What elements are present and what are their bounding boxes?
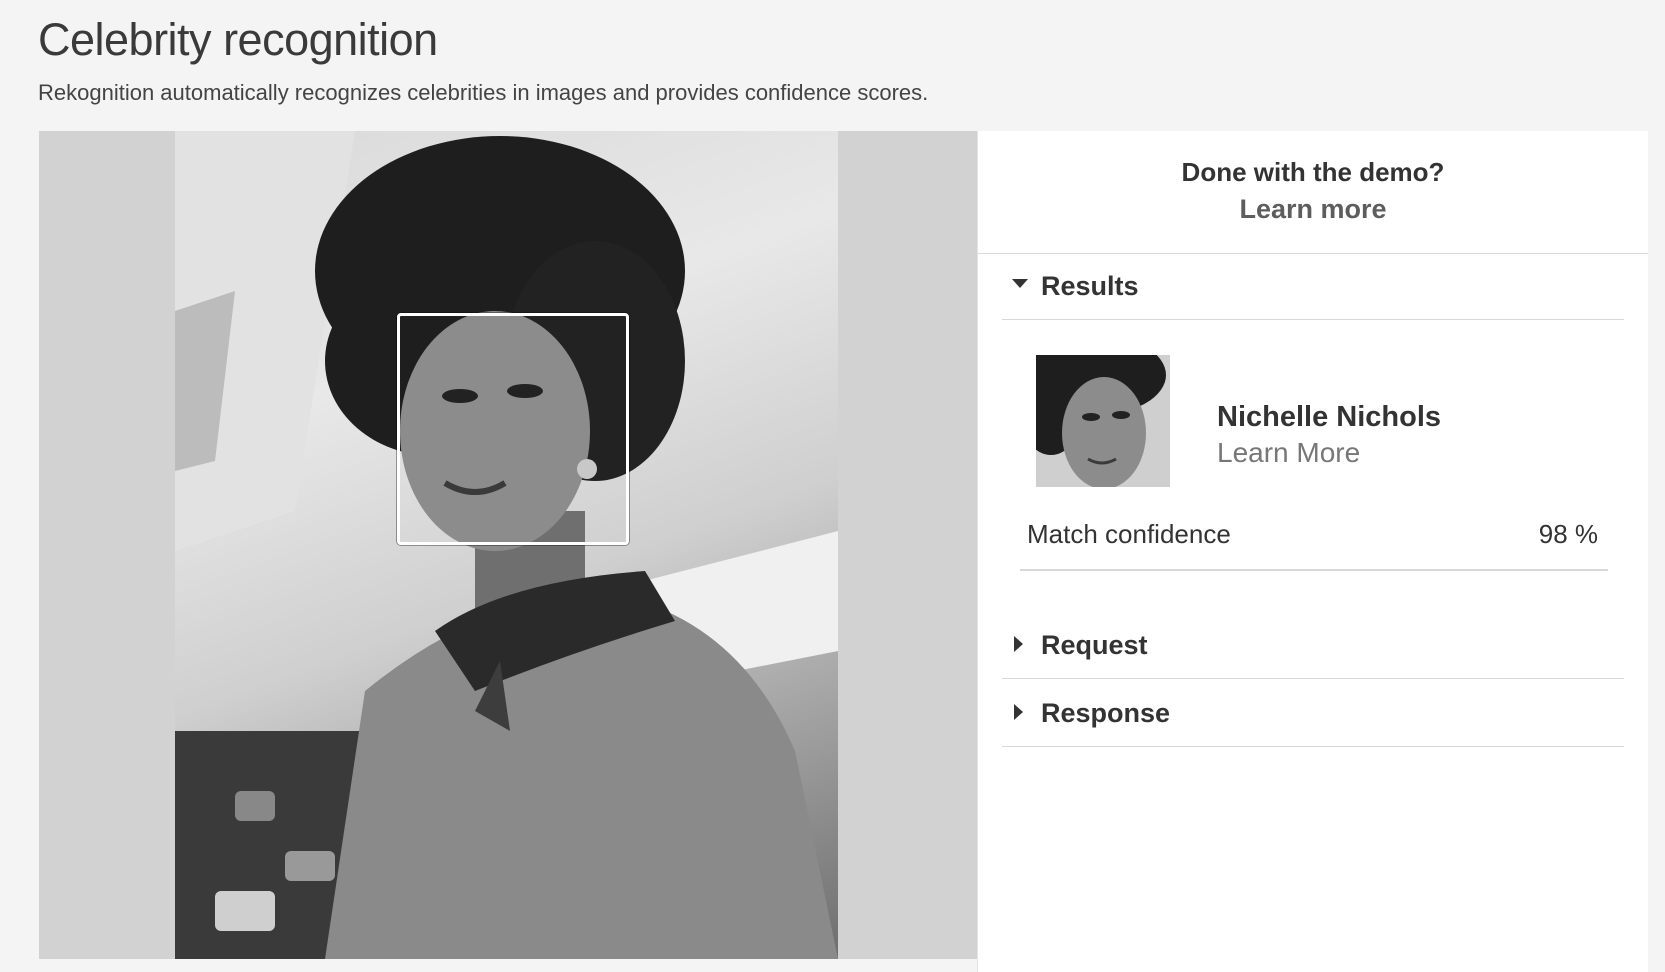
image-panel [39,131,977,972]
face-bounding-box[interactable] [397,313,629,545]
analyzed-photo [175,131,838,959]
results-section-label: Results [1041,271,1139,301]
response-section-header[interactable]: Response [1002,680,1624,747]
demo-callout: Done with the demo? Learn more [978,131,1648,254]
learn-more-link[interactable]: Learn more [978,194,1648,225]
caret-down-icon [1012,279,1028,288]
results-panel: Done with the demo? Learn more Results N… [977,131,1648,972]
image-panel-footer [39,959,977,972]
response-section-label: Response [1041,698,1171,728]
match-confidence-row: Match confidence 98 % [1020,513,1608,571]
celebrity-learn-more-link[interactable]: Learn More [1217,437,1360,469]
request-section-label: Request [1041,630,1148,660]
request-section-header[interactable]: Request [1002,612,1624,679]
celebrity-result: Nichelle Nichols Learn More [1036,355,1596,489]
thumbnail-illustration [1036,355,1170,487]
celebrity-thumbnail [1036,355,1170,487]
page-title: Celebrity recognition [38,14,438,65]
results-section-header[interactable]: Results [1002,253,1624,320]
photo-illustration [175,131,838,959]
match-confidence-label: Match confidence [1027,519,1231,549]
page-subtitle: Rekognition automatically recognizes cel… [38,80,929,105]
caret-right-icon [1014,704,1023,720]
celebrity-name: Nichelle Nichols [1217,401,1442,433]
match-confidence-value: 98 % [1538,519,1598,549]
demo-question: Done with the demo? [1181,157,1445,187]
caret-right-icon [1014,636,1023,652]
